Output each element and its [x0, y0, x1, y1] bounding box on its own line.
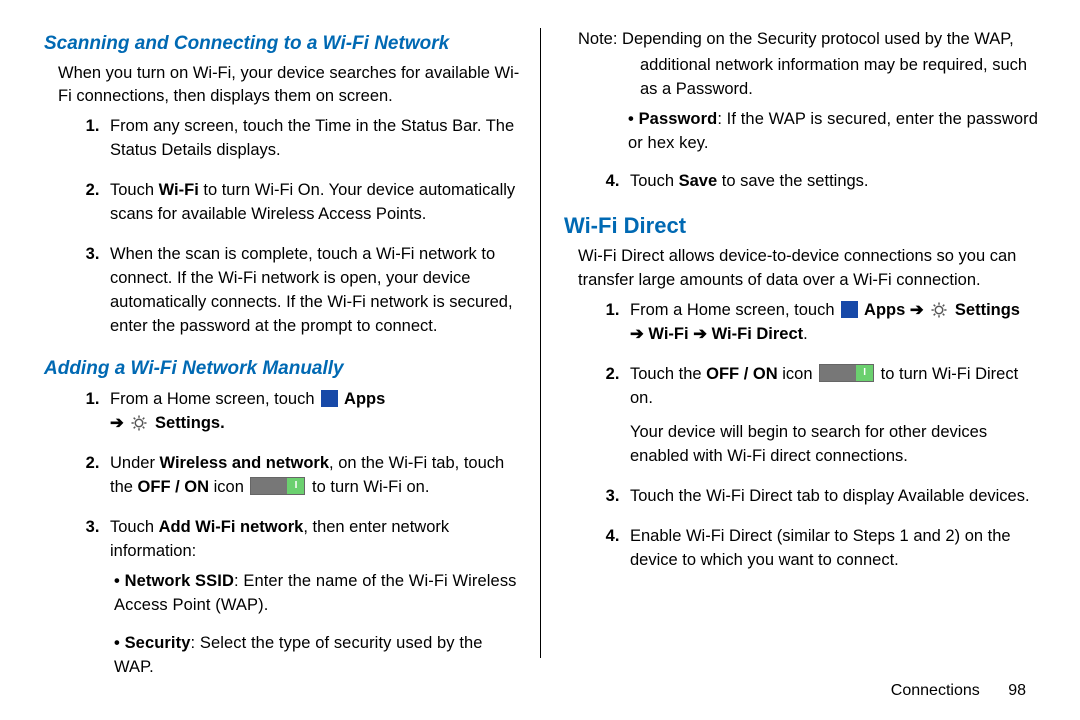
page-number: 98: [1008, 682, 1026, 699]
manual-page: Scanning and Connecting to a Wi-Fi Netwo…: [0, 0, 1080, 720]
bullet-ssid: Network SSID: Enter the name of the Wi-F…: [114, 570, 520, 618]
intro-wifi-direct: Wi-Fi Direct allows device-to-device con…: [564, 245, 1040, 293]
step-2: Touch Wi-Fi to turn Wi-Fi On. Your devic…: [104, 179, 520, 227]
left-column: Scanning and Connecting to a Wi-Fi Netwo…: [44, 24, 542, 710]
subheading-scanning: Scanning and Connecting to a Wi-Fi Netwo…: [44, 30, 520, 58]
toggle-on-icon: [250, 477, 305, 495]
intro-text: When you turn on Wi-Fi, your device sear…: [44, 62, 520, 110]
apps-icon: [321, 390, 338, 407]
wd-step-1: From a Home screen, touch Apps ➔ Setting…: [624, 299, 1040, 347]
section-heading-wifi-direct: Wi-Fi Direct: [564, 210, 1040, 242]
apps-icon: [841, 301, 858, 318]
step-3: When the scan is complete, touch a Wi-Fi…: [104, 243, 520, 339]
step-1-adding: From a Home screen, touch Apps ➔ Setting…: [104, 388, 520, 436]
step-2-adding: Under Wireless and network, on the Wi-Fi…: [104, 452, 520, 500]
wd-step-3: Touch the Wi-Fi Direct tab to display Av…: [624, 485, 1040, 509]
steps-scanning: From any screen, touch the Time in the S…: [44, 115, 520, 338]
bullet-password: Password: If the WAP is secured, enter t…: [628, 108, 1040, 156]
sub-bullets: Network SSID: Enter the name of the Wi-F…: [110, 570, 520, 680]
footer-section: Connections: [891, 682, 980, 699]
wd-step-4: Enable Wi-Fi Direct (similar to Steps 1 …: [624, 525, 1040, 573]
column-divider: [540, 28, 541, 658]
page-footer: Connections 98: [891, 679, 1026, 702]
sub-bullets-right: Password: If the WAP is secured, enter t…: [564, 108, 1040, 156]
settings-icon: [930, 301, 948, 319]
step-3-adding: Touch Add Wi-Fi network, then enter netw…: [104, 516, 520, 680]
subheading-adding: Adding a Wi-Fi Network Manually: [44, 355, 520, 383]
right-column: Note: Depending on the Security protocol…: [542, 24, 1040, 710]
steps-adding: From a Home screen, touch Apps ➔ Setting…: [44, 388, 520, 679]
settings-icon: [130, 414, 148, 432]
step-4: Touch Save to save the settings.: [624, 170, 1040, 194]
steps-wifi-direct: From a Home screen, touch Apps ➔ Setting…: [564, 299, 1040, 572]
wd-step-2: Touch the OFF / ON icon to turn Wi-Fi Di…: [624, 363, 1040, 469]
wd-step-2-para: Your device will begin to search for oth…: [630, 421, 1040, 469]
step-1: From any screen, touch the Time in the S…: [104, 115, 520, 163]
note: Note: Depending on the Security protocol…: [564, 28, 1040, 102]
bullet-security: Security: Select the type of security us…: [114, 632, 520, 680]
steps-continued: Touch Save to save the settings.: [564, 170, 1040, 194]
toggle-on-icon: [819, 364, 874, 382]
